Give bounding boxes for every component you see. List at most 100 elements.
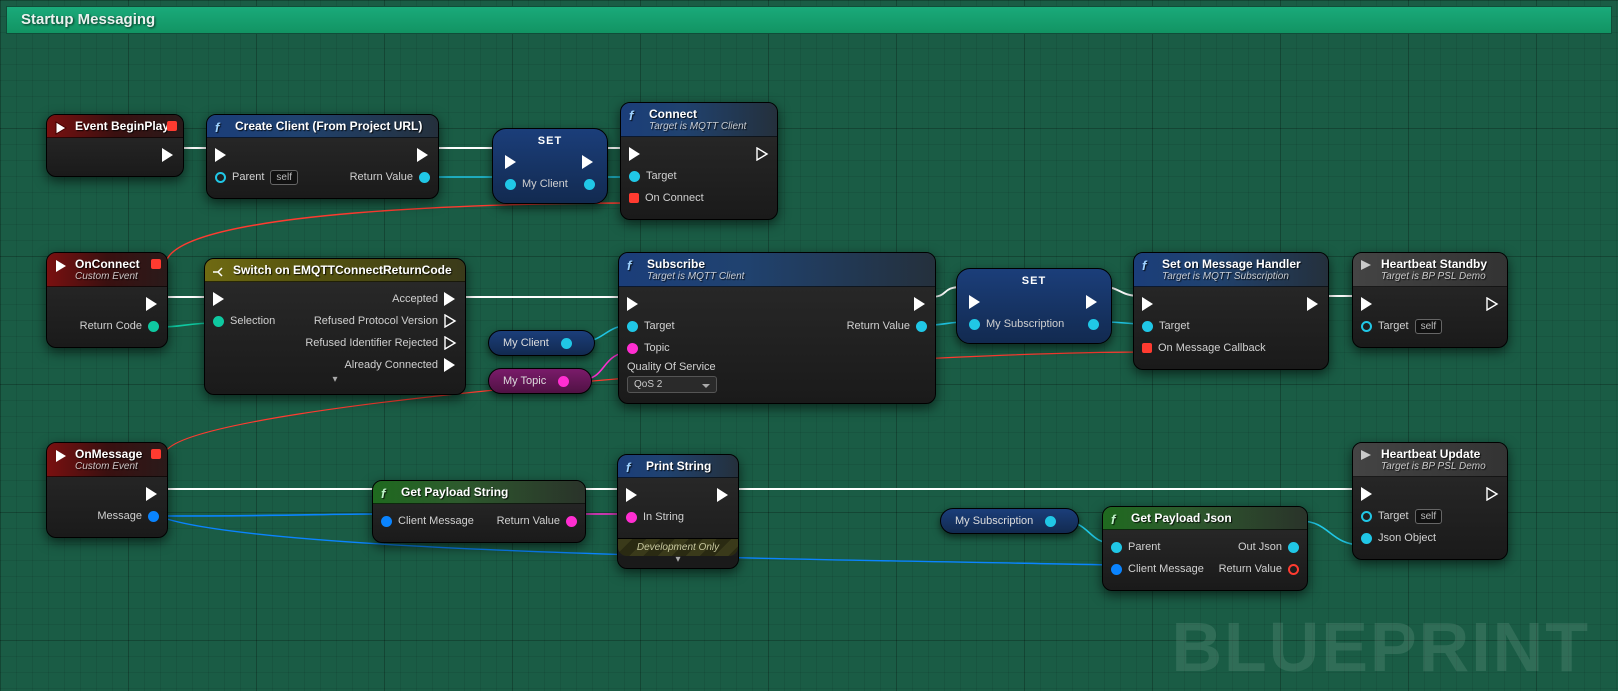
node-event-beginplay[interactable]: Event BeginPlay — [46, 114, 184, 177]
exec-in-pin[interactable] — [626, 488, 639, 502]
exec-in-pin[interactable] — [1142, 297, 1155, 311]
case-accepted-pin[interactable] — [444, 292, 457, 306]
node-connect[interactable]: f Connect Target is MQTT Client Target O… — [620, 102, 778, 220]
node-subscribe[interactable]: f Subscribe Target is MQTT Client Target… — [618, 252, 936, 404]
var-out-pin[interactable] — [558, 376, 569, 387]
qos-dropdown[interactable]: QoS 2 — [627, 376, 717, 393]
comment-banner[interactable]: Startup Messaging — [6, 6, 1612, 34]
returncode-pin[interactable] — [148, 321, 159, 332]
node-title: Event BeginPlay — [75, 119, 169, 133]
self-value[interactable]: self — [1415, 509, 1443, 524]
var-out-pin[interactable] — [584, 179, 595, 190]
return-value-pin[interactable] — [916, 321, 927, 332]
case-already-connected-pin[interactable] — [444, 358, 457, 372]
target-pin[interactable] — [1142, 321, 1153, 332]
json-object-pin[interactable] — [1361, 533, 1372, 544]
exec-in-pin[interactable] — [213, 292, 226, 306]
node-heartbeat-standby[interactable]: Heartbeat Standby Target is BP PSL Demo … — [1352, 252, 1508, 348]
exec-out-pin[interactable] — [162, 148, 175, 162]
var-out-pin[interactable] — [561, 338, 572, 349]
node-onmessage[interactable]: OnMessage Custom Event Message — [46, 442, 168, 538]
self-value[interactable]: self — [270, 170, 298, 185]
parent-pin[interactable] — [1111, 542, 1122, 553]
set-title: SET — [969, 275, 1099, 287]
node-create-client[interactable]: f Create Client (From Project URL) Paren… — [206, 114, 439, 199]
node-set-mysubscription[interactable]: SET My Subscription — [956, 268, 1112, 344]
case-refused-id-pin[interactable] — [444, 336, 457, 350]
node-title: Print String — [646, 459, 711, 473]
topic-pin[interactable] — [627, 343, 638, 354]
target-pin[interactable] — [1361, 321, 1372, 332]
node-title: Create Client (From Project URL) — [235, 119, 422, 133]
svg-text:f: f — [215, 120, 221, 134]
var-out-pin[interactable] — [1045, 516, 1056, 527]
var-mysubscription[interactable]: My Subscription — [940, 508, 1079, 534]
exec-out-pin[interactable] — [1307, 297, 1320, 311]
var-in-pin[interactable] — [969, 319, 980, 330]
function-icon: f — [213, 120, 229, 136]
exec-in-pin[interactable] — [505, 155, 518, 169]
return-value-pin[interactable] — [419, 172, 430, 183]
outjson-pin[interactable] — [1288, 542, 1299, 553]
exec-out-pin[interactable] — [756, 147, 769, 161]
message-pin[interactable] — [148, 511, 159, 522]
node-heartbeat-update[interactable]: Heartbeat Update Target is BP PSL Demo T… — [1352, 442, 1508, 560]
node-print-string[interactable]: f Print String In String Development Onl… — [617, 454, 739, 569]
node-get-payload-string[interactable]: f Get Payload String Client Message Retu… — [372, 480, 586, 543]
exec-in-pin[interactable] — [1361, 297, 1374, 311]
node-title: Get Payload String — [401, 485, 508, 499]
exec-in-pin[interactable] — [1361, 487, 1374, 501]
node-title: Switch on EMQTTConnectReturnCode — [233, 263, 452, 277]
node-onconnect[interactable]: OnConnect Custom Event Return Code — [46, 252, 168, 348]
parent-pin[interactable] — [215, 172, 226, 183]
exec-out-pin[interactable] — [1486, 487, 1499, 501]
event-call-icon — [1359, 448, 1375, 464]
var-out-pin[interactable] — [1088, 319, 1099, 330]
node-set-myclient[interactable]: SET My Client — [492, 128, 608, 204]
expand-toggle[interactable]: ▾ — [213, 376, 457, 384]
svg-text:f: f — [627, 258, 633, 272]
function-icon: f — [627, 108, 643, 124]
custom-event-icon — [53, 258, 69, 274]
delegate-pin[interactable] — [167, 121, 177, 131]
selection-pin[interactable] — [213, 316, 224, 327]
exec-out-pin[interactable] — [717, 488, 730, 502]
delegate-pin[interactable] — [151, 259, 161, 269]
var-myclient[interactable]: My Client — [488, 330, 595, 356]
target-pin[interactable] — [1361, 511, 1372, 522]
exec-in-pin[interactable] — [215, 148, 228, 162]
exec-out-pin[interactable] — [146, 297, 159, 311]
node-set-message-handler[interactable]: f Set on Message Handler Target is MQTT … — [1133, 252, 1329, 370]
exec-in-pin[interactable] — [627, 297, 640, 311]
target-pin[interactable] — [629, 171, 640, 182]
client-message-pin[interactable] — [381, 516, 392, 527]
exec-out-pin[interactable] — [1486, 297, 1499, 311]
instring-pin[interactable] — [626, 512, 637, 523]
return-value-pin[interactable] — [1288, 564, 1299, 575]
delegate-pin[interactable] — [151, 449, 161, 459]
self-value[interactable]: self — [1415, 319, 1443, 334]
exec-out-pin[interactable] — [417, 148, 430, 162]
node-title: Heartbeat Standby — [1381, 257, 1487, 271]
onmessage-callback-pin[interactable] — [1142, 343, 1152, 353]
client-message-pin[interactable] — [1111, 564, 1122, 575]
node-title: Heartbeat Update — [1381, 447, 1480, 461]
exec-in-pin[interactable] — [629, 147, 642, 161]
svg-text:f: f — [1142, 258, 1148, 272]
exec-out-pin[interactable] — [146, 487, 159, 501]
var-mytopic[interactable]: My Topic — [488, 368, 592, 394]
var-in-pin[interactable] — [505, 179, 516, 190]
node-title: Connect — [649, 107, 697, 121]
expand-toggle[interactable]: ▾ — [618, 556, 738, 568]
return-value-pin[interactable] — [566, 516, 577, 527]
node-get-payload-json[interactable]: f Get Payload Json Parent Out Json Clien… — [1102, 506, 1308, 591]
exec-out-pin[interactable] — [1086, 295, 1099, 309]
node-switch-returncode[interactable]: Switch on EMQTTConnectReturnCode Accepte… — [204, 258, 466, 395]
exec-out-pin[interactable] — [914, 297, 927, 311]
case-refused-protocol-pin[interactable] — [444, 314, 457, 328]
exec-out-pin[interactable] — [582, 155, 595, 169]
target-pin[interactable] — [627, 321, 638, 332]
onconnect-delegate-pin[interactable] — [629, 193, 639, 203]
function-icon: f — [1140, 258, 1156, 274]
exec-in-pin[interactable] — [969, 295, 982, 309]
